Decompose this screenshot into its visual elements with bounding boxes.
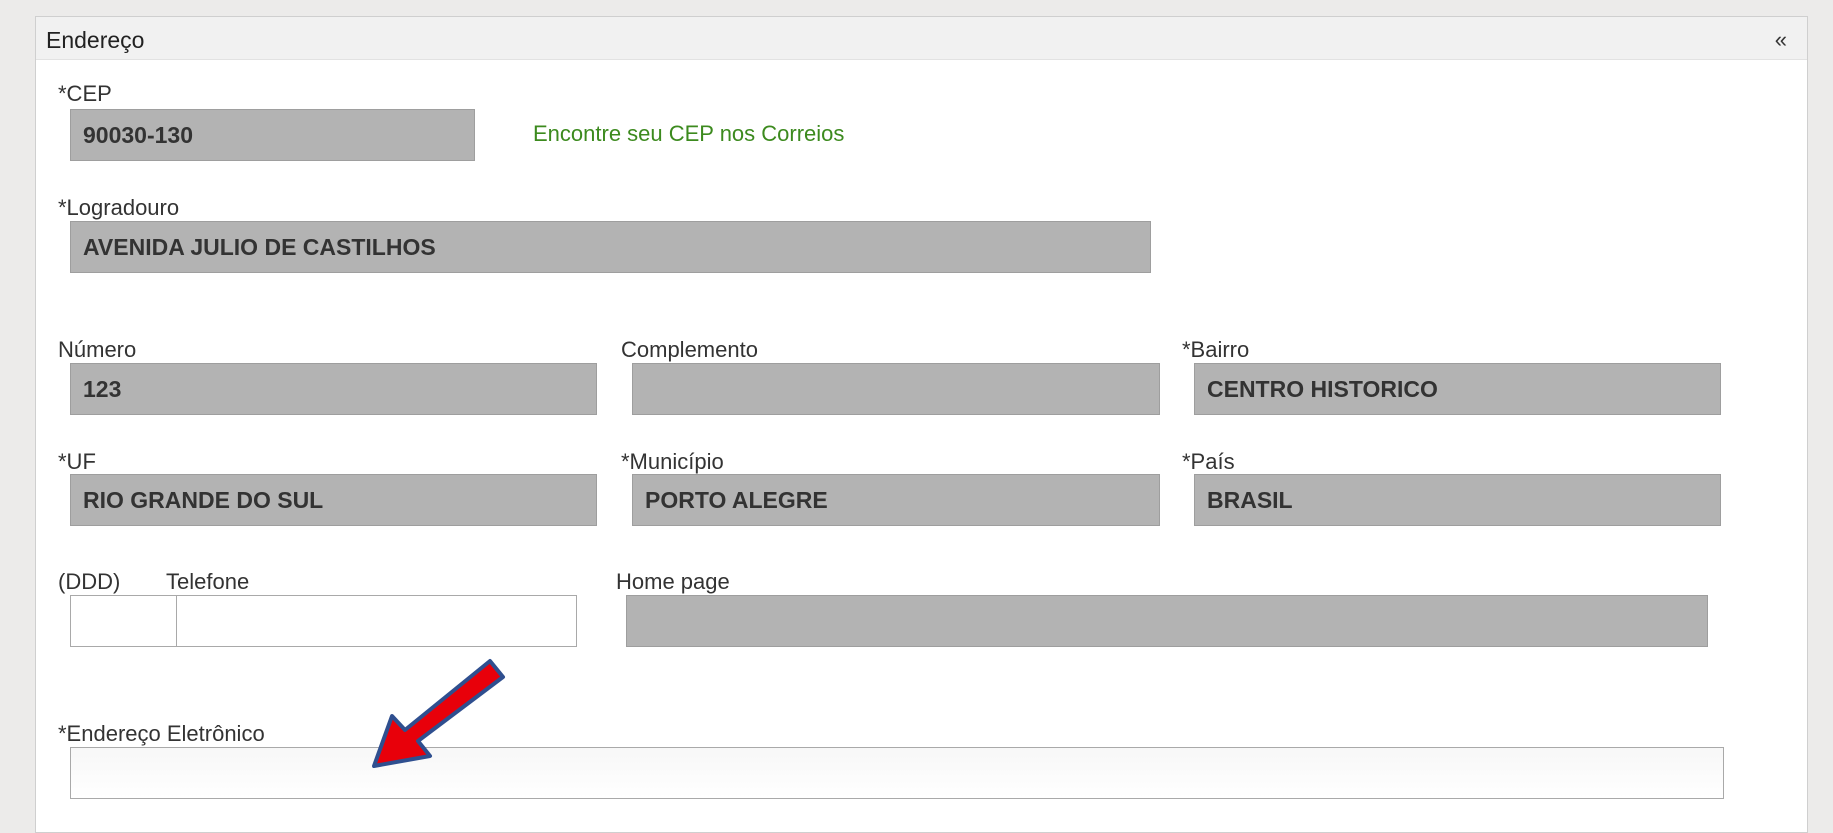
- complemento-field[interactable]: [632, 363, 1160, 415]
- panel-header: Endereço «: [36, 17, 1807, 60]
- bairro-field[interactable]: CENTRO HISTORICO: [1194, 363, 1721, 415]
- ddd-label: (DDD): [58, 569, 121, 594]
- uf-label: *UF: [58, 449, 96, 474]
- numero-field[interactable]: 123: [70, 363, 597, 415]
- cep-field[interactable]: 90030-130: [70, 109, 475, 161]
- homepage-label: Home page: [616, 569, 730, 594]
- homepage-field[interactable]: [626, 595, 1708, 647]
- telefone-label: Telefone: [166, 569, 250, 594]
- bairro-label: *Bairro: [1182, 337, 1250, 362]
- uf-field[interactable]: RIO GRANDE DO SUL: [70, 474, 597, 526]
- ddd-field[interactable]: [70, 595, 177, 647]
- numero-label: Número: [58, 337, 137, 362]
- address-panel: Endereço « *CEP 90030-130 Encontre seu C…: [35, 16, 1808, 833]
- email-label: *Endereço Eletrônico: [58, 721, 265, 746]
- logradouro-field[interactable]: AVENIDA JULIO DE CASTILHOS: [70, 221, 1151, 273]
- logradouro-label: *Logradouro: [58, 195, 180, 220]
- panel-title: Endereço: [46, 27, 145, 53]
- email-field[interactable]: [70, 747, 1724, 799]
- red-arrow-icon: [372, 659, 505, 768]
- cep-label: *CEP: [58, 81, 112, 106]
- telefone-field[interactable]: [176, 595, 577, 647]
- municipio-field[interactable]: PORTO ALEGRE: [632, 474, 1160, 526]
- complemento-label: Complemento: [621, 337, 758, 362]
- pais-label: *País: [1182, 449, 1235, 474]
- find-cep-link[interactable]: Encontre seu CEP nos Correios: [533, 121, 844, 147]
- municipio-label: *Município: [621, 449, 724, 474]
- collapse-icon[interactable]: «: [1775, 27, 1787, 53]
- pais-field[interactable]: BRASIL: [1194, 474, 1721, 526]
